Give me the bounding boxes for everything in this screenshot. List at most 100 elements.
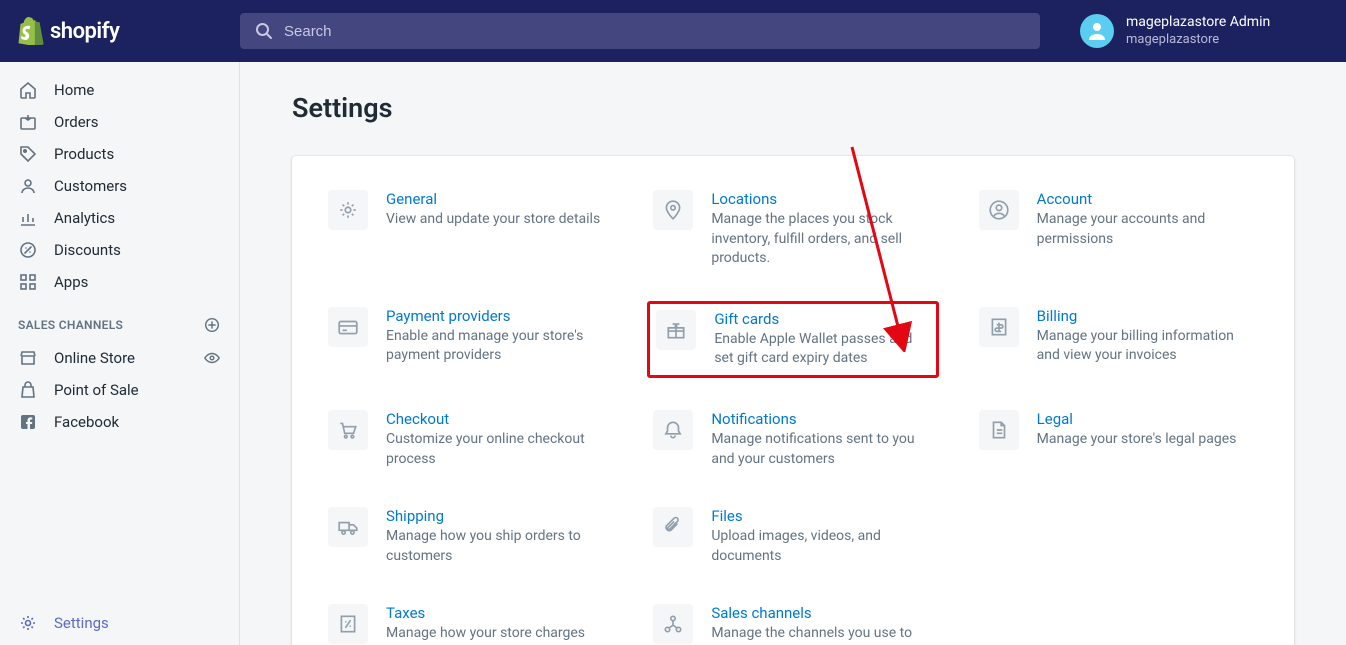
analytics-icon xyxy=(18,208,38,228)
tile-title: Gift cards xyxy=(714,310,929,328)
sidebar-channel-pos[interactable]: Point of Sale xyxy=(0,374,239,406)
user-name: mageplazastore Admin xyxy=(1126,14,1270,32)
tile-giftcards[interactable]: Gift cards Enable Apple Wallet passes and… xyxy=(647,301,938,378)
document-icon xyxy=(988,419,1010,441)
clip-icon xyxy=(662,516,684,538)
tile-notifications[interactable]: NotificationsManage notifications sent t… xyxy=(647,404,938,475)
logo[interactable]: shopify xyxy=(18,17,240,45)
tile-title: Account xyxy=(1037,190,1258,208)
sidebar-settings[interactable]: Settings xyxy=(0,607,239,639)
sidebar-item-label: Products xyxy=(54,145,114,163)
tile-shipping[interactable]: Shipping Manage how you ship orders to cu… xyxy=(322,501,613,572)
page-title: Settings xyxy=(292,92,1294,124)
gear-icon xyxy=(337,199,359,221)
tile-desc: Manage the channels you use to sell your… xyxy=(711,624,932,645)
sidebar-item-label: Customers xyxy=(54,177,127,195)
tile-desc: Manage your billing information and view… xyxy=(1037,327,1258,366)
tile-desc: Enable and manage your store's payment p… xyxy=(386,327,607,366)
tag-icon xyxy=(18,144,38,164)
customer-icon xyxy=(18,176,38,196)
tile-files[interactable]: Files Upload images, videos, and document… xyxy=(647,501,938,572)
add-channel-icon[interactable] xyxy=(203,316,221,334)
tile-title: Taxes xyxy=(386,604,607,622)
store-icon xyxy=(18,348,38,368)
truck-icon xyxy=(337,516,359,538)
sidebar-item-home[interactable]: Home xyxy=(0,74,239,106)
channels-icon xyxy=(662,613,684,635)
sidebar-item-label: Home xyxy=(54,81,94,99)
tile-desc: Enable Apple Wallet passes and set gift … xyxy=(714,330,929,369)
avatar xyxy=(1080,14,1114,48)
sidebar-item-label: Facebook xyxy=(54,413,119,431)
tile-taxes[interactable]: Taxes Manage how your store charges taxes xyxy=(322,598,613,645)
bag-icon xyxy=(18,380,38,400)
sidebar-channel-onlinestore[interactable]: Online Store xyxy=(0,342,239,374)
tile-desc: Manage how your store charges taxes xyxy=(386,624,607,645)
tile-title: Billing xyxy=(1037,307,1258,325)
person-icon xyxy=(988,199,1010,221)
avatar-icon xyxy=(1085,19,1109,43)
tile-locations[interactable]: Locations Manage the places you stock inv… xyxy=(647,184,938,275)
brand-text: shopify xyxy=(50,19,119,44)
shopify-bag-icon xyxy=(18,17,44,45)
search-wrap xyxy=(240,13,1040,49)
tile-title: Notifications xyxy=(711,410,932,428)
discount-icon xyxy=(18,240,38,260)
search-bar[interactable] xyxy=(240,13,1040,49)
tile-account[interactable]: Account Manage your accounts and permissi… xyxy=(973,184,1264,275)
channels-header-row: SALES CHANNELS xyxy=(0,298,239,342)
tile-checkout[interactable]: Checkout Customize your online checkout p… xyxy=(322,404,613,475)
tile-title: General xyxy=(386,190,600,208)
tile-billing[interactable]: Billing Manage your billing information a… xyxy=(973,301,1264,378)
eye-icon[interactable] xyxy=(203,349,221,367)
user-names: mageplazastore Admin mageplazastore xyxy=(1126,14,1270,48)
pin-icon xyxy=(662,199,684,221)
home-icon xyxy=(18,80,38,100)
billing-icon xyxy=(988,316,1010,338)
tile-general[interactable]: General View and update your store detail… xyxy=(322,184,613,275)
bell-icon xyxy=(662,419,684,441)
sidebar-item-analytics[interactable]: Analytics xyxy=(0,202,239,234)
gear-icon xyxy=(18,613,38,633)
tile-title: Legal xyxy=(1037,410,1237,428)
settings-grid: General View and update your store detail… xyxy=(322,184,1264,645)
sidebar-channel-facebook[interactable]: Facebook xyxy=(0,406,239,438)
sidebar-item-label: Analytics xyxy=(54,209,115,227)
sidebar-item-apps[interactable]: Apps xyxy=(0,266,239,298)
tile-desc: Manage the places you stock inventory, f… xyxy=(711,210,932,269)
sidebar-item-customers[interactable]: Customers xyxy=(0,170,239,202)
search-input[interactable] xyxy=(284,23,1026,40)
sidebar-item-label: Point of Sale xyxy=(54,381,139,399)
tile-desc: Manage how you ship orders to customers xyxy=(386,527,607,566)
tile-title: Sales channels xyxy=(711,604,932,622)
channels-header: SALES CHANNELS xyxy=(18,318,123,332)
cart-icon xyxy=(337,419,359,441)
sidebar-item-label: Apps xyxy=(54,273,88,291)
tile-saleschannels[interactable]: Sales channels Manage the channels you us… xyxy=(647,598,938,645)
tile-desc: Manage your accounts and permissions xyxy=(1037,210,1258,249)
facebook-icon xyxy=(18,412,38,432)
card-icon xyxy=(337,316,359,338)
sidebar-item-products[interactable]: Products xyxy=(0,138,239,170)
orders-icon xyxy=(18,112,38,132)
sidebar-item-label: Orders xyxy=(54,113,99,131)
tile-title: Files xyxy=(711,507,932,525)
tile-desc: Upload images, videos, and documents xyxy=(711,527,932,566)
tile-title: Locations xyxy=(711,190,932,208)
sidebar-item-discounts[interactable]: Discounts xyxy=(0,234,239,266)
tile-title: Checkout xyxy=(386,410,607,428)
tile-desc: Customize your online checkout process xyxy=(386,430,607,469)
tile-desc: Manage your store's legal pages xyxy=(1037,430,1237,450)
tile-payment[interactable]: Payment providersEnable and manage your … xyxy=(322,301,613,378)
tile-desc: View and update your store details xyxy=(386,210,600,230)
percent-doc-icon xyxy=(337,613,359,635)
sidebar-item-label: Online Store xyxy=(54,349,135,367)
topbar: shopify mageplazastore Admin mageplazast… xyxy=(0,0,1346,62)
sidebar-item-orders[interactable]: Orders xyxy=(0,106,239,138)
tile-title: Shipping xyxy=(386,507,607,525)
sidebar-settings-label: Settings xyxy=(54,614,109,632)
sidebar: Home Orders Products Customers Analytics… xyxy=(0,62,240,645)
tile-legal[interactable]: Legal Manage your store's legal pages xyxy=(973,404,1264,475)
apps-icon xyxy=(18,272,38,292)
user-menu[interactable]: mageplazastore Admin mageplazastore xyxy=(1080,14,1270,48)
